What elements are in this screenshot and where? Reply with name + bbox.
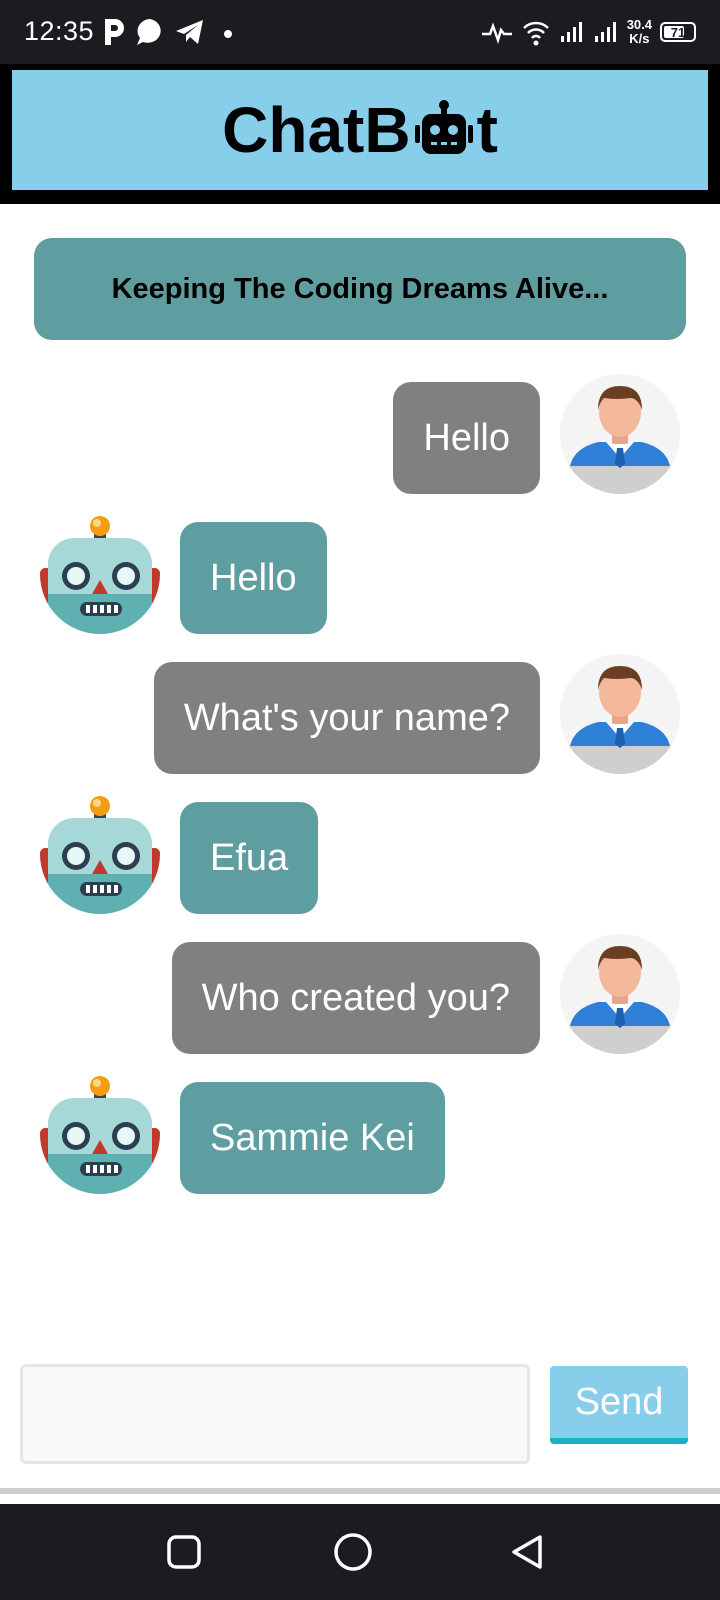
- user-bubble: Hello: [393, 382, 540, 494]
- user-message: Hello: [0, 370, 720, 494]
- dot-icon: [224, 30, 232, 38]
- bot-message: Hello: [0, 510, 720, 634]
- system-icons: 30.4 K/s 71: [481, 12, 696, 52]
- notification-icons: [102, 14, 236, 50]
- net-speed-unit: K/s: [629, 31, 650, 46]
- back-triangle-icon[interactable]: [508, 1532, 548, 1572]
- app-title-prefix: ChatB: [222, 94, 411, 166]
- divider: [0, 1488, 720, 1494]
- activity-icon: [481, 22, 512, 45]
- user-bubble: What's your name?: [153, 662, 540, 774]
- signal-2-icon: [594, 22, 616, 42]
- status-bar: 12:35 30.4 K/s 71: [0, 0, 720, 64]
- message-input[interactable]: [20, 1364, 530, 1464]
- net-speed: 30.4 K/s: [627, 18, 652, 46]
- user-avatar-icon: [560, 934, 680, 1054]
- tagline-banner: Keeping The Coding Dreams Alive...: [34, 238, 686, 340]
- bot-message: Efua: [0, 790, 720, 914]
- app-title-suffix: t: [476, 94, 498, 166]
- app-title: ChatB t: [222, 93, 498, 167]
- header-banner: ChatB t: [12, 70, 708, 190]
- telegram-icon: [176, 20, 203, 44]
- system-nav-bar: [0, 1504, 720, 1600]
- recents-square-icon[interactable]: [164, 1532, 204, 1572]
- user-avatar-icon: [560, 374, 680, 494]
- app-header: ChatB t: [0, 64, 720, 204]
- bot-bubble: Sammie Kei: [180, 1082, 445, 1194]
- parking-icon: [105, 19, 124, 45]
- user-message: What's your name?: [0, 650, 720, 774]
- robot-avatar-icon: [40, 794, 160, 914]
- signal-1-icon: [560, 22, 582, 42]
- battery-icon: 71: [660, 22, 696, 42]
- bot-bubble: Efua: [180, 802, 319, 914]
- net-speed-value: 30.4: [626, 17, 652, 32]
- chat-bubble-icon: [137, 19, 161, 45]
- send-button[interactable]: Send: [550, 1366, 688, 1444]
- bot-message: Sammie Kei: [0, 1070, 720, 1194]
- user-avatar-icon: [560, 654, 680, 774]
- robot-avatar-icon: [40, 514, 160, 634]
- wifi-icon: [522, 21, 549, 46]
- user-message: Who created you?: [0, 930, 720, 1054]
- bot-bubble: Hello: [180, 522, 327, 634]
- user-bubble: Who created you?: [171, 942, 540, 1054]
- battery-level: 71: [670, 24, 686, 40]
- status-time: 12:35: [24, 16, 95, 46]
- robot-face-icon: [414, 100, 473, 154]
- home-circle-icon[interactable]: [332, 1531, 374, 1573]
- robot-avatar-icon: [40, 1074, 160, 1194]
